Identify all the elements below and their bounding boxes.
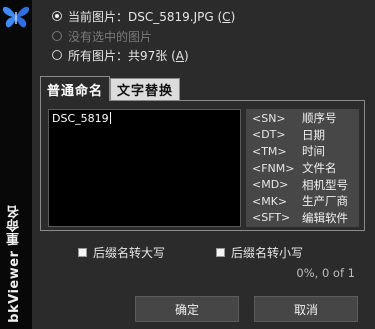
token-code: <MK> [252, 194, 288, 208]
radio-button[interactable] [52, 11, 62, 21]
token-desc: 相机型号 [302, 177, 348, 192]
token-desc: 生产厂商 [302, 194, 348, 209]
ok-button[interactable]: 确定 [135, 296, 239, 322]
token-mk[interactable]: <MK> 生产厂商 [246, 193, 359, 210]
tab-text-replace[interactable]: 文字替换 [110, 78, 181, 100]
radio-button[interactable] [52, 31, 62, 41]
token-sn[interactable]: <SN> 顺序号 [246, 110, 359, 127]
ext-upper-checkbox[interactable] [78, 248, 87, 257]
token-desc: 顺序号 [302, 111, 337, 126]
token-list: <SN> 顺序号 <DT> 日期 <TM> 时间 <FNM> 文件名 <MD> 相机型号 … [246, 109, 359, 227]
ext-lower-option[interactable]: 后缀名转小写 [216, 244, 303, 261]
token-sft[interactable]: <SFT> 编辑软件 [246, 210, 359, 227]
token-fnm[interactable]: <FNM> 文件名 [246, 160, 359, 177]
radio-all-images-label: 所有图片：共97张 (A) [68, 48, 189, 63]
naming-panel: DSC_5819 <SN> 顺序号 <DT> 日期 <TM> 时间 <FNM> 文件名 … [40, 100, 365, 231]
ext-upper-option[interactable]: 后缀名转大写 [78, 244, 165, 261]
radio-current-image[interactable]: 当前图片：DSC_5819.JPG (C) [52, 8, 235, 24]
token-md[interactable]: <MD> 相机型号 [246, 176, 359, 193]
butterfly-logo-icon [2, 6, 30, 28]
radio-selected-images-label: 没有选中的图片 [68, 29, 153, 44]
tab-bar: 普通命名 文字替换 [40, 76, 181, 101]
tab-normal-naming[interactable]: 普通命名 [40, 76, 111, 101]
pattern-input-value: DSC_5819 [52, 112, 109, 125]
ext-lower-label: 后缀名转小写 [231, 246, 304, 260]
token-code: <FNM> [252, 161, 295, 175]
ext-lower-checkbox[interactable] [216, 248, 225, 257]
radio-current-image-label: 当前图片：DSC_5819.JPG (C) [68, 9, 236, 24]
pattern-input[interactable]: DSC_5819 [48, 109, 241, 227]
token-dt[interactable]: <DT> 日期 [246, 127, 359, 144]
text-caret [109, 112, 111, 124]
sidebar: bkViewer 重命名 [0, 0, 32, 329]
token-code: <MD> [252, 178, 289, 192]
token-code: <TM> [252, 144, 287, 158]
progress-text: 0%, 0 of 1 [296, 266, 355, 280]
token-desc: 文件名 [302, 161, 337, 176]
radio-button[interactable] [52, 50, 62, 60]
token-desc: 日期 [302, 127, 325, 142]
ext-upper-label: 后缀名转大写 [93, 246, 166, 260]
token-tm[interactable]: <TM> 时间 [246, 143, 359, 160]
token-desc: 编辑软件 [302, 210, 348, 225]
token-code: <SFT> [252, 211, 291, 225]
token-code: <SN> [252, 111, 286, 125]
token-code: <DT> [252, 128, 286, 142]
app-title: bkViewer 重命名 [7, 205, 22, 323]
cancel-button[interactable]: 取消 [254, 296, 358, 322]
token-desc: 时间 [302, 144, 325, 159]
radio-all-images[interactable]: 所有图片：共97张 (A) [52, 47, 189, 63]
radio-selected-images[interactable]: 没有选中的图片 [52, 28, 152, 44]
